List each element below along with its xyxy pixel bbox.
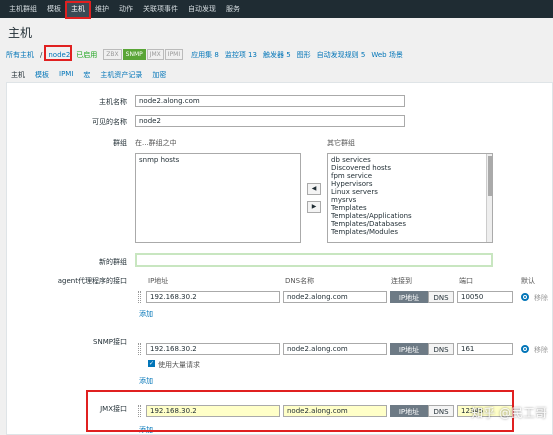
header-connect: 连接到 — [391, 277, 412, 285]
agent-interface-label: agent代理程序的接口 — [57, 277, 127, 285]
menu-event-correlation[interactable]: 关联项事件 — [138, 0, 183, 18]
scrollbar-thumb[interactable] — [488, 156, 492, 196]
menu-discovery[interactable]: 自动发现 — [183, 0, 221, 18]
list-item[interactable]: Templates — [331, 204, 489, 212]
list-item[interactable]: Linux servers — [331, 188, 489, 196]
triggers-link[interactable]: 触发器 5 — [263, 50, 291, 60]
header-ip: IP地址 — [148, 277, 169, 285]
menu-maintenance[interactable]: 维护 — [90, 0, 114, 18]
host-name-input[interactable]: node2.along.com — [135, 95, 405, 107]
applications-link[interactable]: 应用集 8 — [191, 50, 219, 60]
snmp-interface-label: SNMP接口 — [93, 338, 127, 346]
menu-host-groups[interactable]: 主机群组 — [4, 0, 42, 18]
snmp-ip-input[interactable]: 192.168.30.2 — [146, 343, 280, 355]
breadcrumb-separator: / — [40, 50, 43, 59]
web-scenarios-link[interactable]: Web 场景 — [371, 50, 403, 60]
watermark: 知乎 @民工哥 — [471, 406, 547, 420]
move-right-button[interactable]: ▶ — [307, 201, 321, 213]
agent-port-input[interactable]: 10050 — [457, 291, 513, 303]
all-hosts-link[interactable]: 所有主机 — [6, 50, 34, 60]
in-groups-list[interactable]: snmp hosts — [135, 153, 301, 243]
agent-connect-ip-button[interactable]: IP地址 — [390, 291, 428, 303]
tag-ipmi: IPMI — [164, 49, 184, 60]
menu-templates[interactable]: 模板 — [42, 0, 66, 18]
highlight-host-name — [44, 45, 72, 61]
status-enabled[interactable]: 已启用 — [76, 50, 97, 60]
items-link[interactable]: 监控项 13 — [225, 50, 257, 60]
snmp-remove-link[interactable]: 移除 — [534, 345, 548, 355]
list-item[interactable]: Templates/Databases — [331, 220, 489, 228]
snmp-dns-input[interactable]: node2.along.com — [283, 343, 387, 355]
agent-default-radio[interactable] — [521, 293, 529, 301]
discovery-rules-link[interactable]: 自动发现规则 5 — [317, 50, 366, 60]
list-item[interactable]: fpm service — [331, 172, 489, 180]
drag-handle-icon[interactable] — [138, 343, 141, 355]
in-groups-label: 在...群组之中 — [135, 139, 177, 147]
snmp-port-input[interactable]: 161 — [457, 343, 513, 355]
list-item[interactable]: Templates/Applications — [331, 212, 489, 220]
graphs-link[interactable]: 图形 — [297, 50, 311, 60]
bulk-request-checkbox[interactable]: ✓ — [148, 360, 155, 367]
scrollbar[interactable] — [486, 154, 492, 242]
new-group-label: 新的群组 — [99, 258, 127, 266]
visible-name-label: 可见的名称 — [92, 118, 127, 126]
other-groups-list[interactable]: db services Discovered hosts fpm service… — [327, 153, 493, 243]
menu-services[interactable]: 服务 — [221, 0, 245, 18]
snmp-connect-dns-button[interactable]: DNS — [428, 343, 454, 355]
host-form-panel: 主机名称 node2.along.com 可见的名称 node2 群组 在...… — [6, 82, 553, 435]
snmp-default-radio[interactable] — [521, 345, 529, 353]
list-item[interactable]: db services — [331, 156, 489, 164]
highlight-jmx-row — [86, 390, 514, 432]
snmp-connect-ip-button[interactable]: IP地址 — [390, 343, 428, 355]
header-default: 默认 — [521, 277, 535, 285]
page-title: 主机 — [8, 26, 33, 40]
tag-snmp: SNMP — [122, 49, 146, 60]
highlight-hosts-menu — [65, 1, 91, 19]
header-dns: DNS名称 — [285, 277, 315, 285]
groups-label: 群组 — [113, 139, 127, 147]
list-item[interactable]: Templates/Modules — [331, 228, 489, 236]
drag-handle-icon[interactable] — [138, 291, 141, 303]
menu-actions[interactable]: 动作 — [114, 0, 138, 18]
visible-name-input[interactable]: node2 — [135, 115, 405, 127]
move-left-button[interactable]: ◀ — [307, 183, 321, 195]
header-port: 端口 — [459, 277, 473, 285]
list-item[interactable]: snmp hosts — [139, 156, 297, 164]
bulk-request-label: 使用大量请求 — [158, 361, 200, 369]
tag-zbx: ZBX — [103, 49, 122, 60]
list-item[interactable]: Discovered hosts — [331, 164, 489, 172]
tag-jmx: JMX — [146, 49, 164, 60]
list-item[interactable]: mysrvs — [331, 196, 489, 204]
list-item[interactable]: Hypervisors — [331, 180, 489, 188]
agent-add-link[interactable]: 添加 — [139, 309, 153, 319]
agent-dns-input[interactable]: node2.along.com — [283, 291, 387, 303]
host-name-label: 主机名称 — [99, 98, 127, 106]
new-group-input[interactable] — [135, 253, 493, 267]
other-groups-label: 其它群组 — [327, 139, 355, 147]
agent-ip-input[interactable]: 192.168.30.2 — [146, 291, 280, 303]
agent-connect-dns-button[interactable]: DNS — [428, 291, 454, 303]
snmp-add-link[interactable]: 添加 — [139, 376, 153, 386]
agent-remove-link[interactable]: 移除 — [534, 293, 548, 303]
